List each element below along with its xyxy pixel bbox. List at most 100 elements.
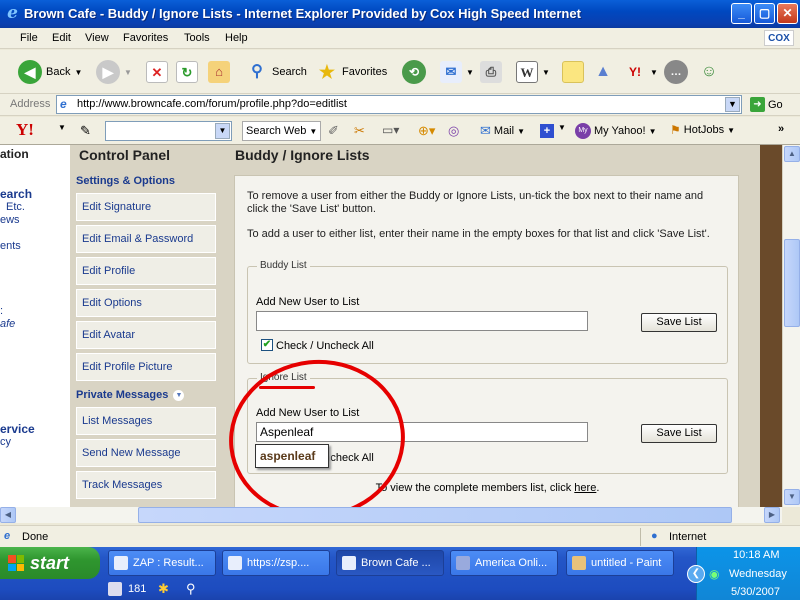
members-list-link[interactable]: here <box>574 482 596 494</box>
edit-avatar-link[interactable]: Edit Avatar <box>76 321 216 349</box>
yahoo-logo-dropdown-icon[interactable]: ▼ <box>58 123 66 132</box>
home-button[interactable]: ⌂ <box>208 58 230 86</box>
private-messages-heading[interactable]: Private Messages ▼ <box>70 385 220 405</box>
search-web-button[interactable]: Search Web ▼ <box>242 121 322 141</box>
search-button[interactable]: ⚲ Search <box>246 58 307 86</box>
left-partial-line[interactable]: earch <box>0 187 32 201</box>
history-button[interactable]: ⟲ <box>402 58 426 86</box>
address-input[interactable]: e http://www.browncafe.com/forum/profile… <box>56 95 742 114</box>
search-quicklaunch-icon[interactable]: ⚲ <box>186 581 196 597</box>
refresh-button[interactable]: ↻ <box>176 58 198 86</box>
forward-button[interactable]: ▶ ▼ <box>96 58 132 86</box>
menu-favorites[interactable]: Favorites <box>123 32 168 44</box>
chevron-more-icon[interactable]: » <box>778 123 784 135</box>
yahoo-toolbar-button[interactable]: Y! ▼ <box>624 58 658 86</box>
send-new-message-link[interactable]: Send New Message <box>76 439 216 467</box>
status-bar: e Done ● Internet <box>0 525 800 547</box>
print-button[interactable]: ⎙ <box>480 58 502 86</box>
collapse-chevron-icon[interactable]: ▼ <box>173 389 185 401</box>
stop-button[interactable]: ✕ <box>146 58 168 86</box>
edit-options-link[interactable]: Edit Options <box>76 289 216 317</box>
minimize-button[interactable]: _ <box>731 3 752 24</box>
address-dropdown-icon[interactable]: ▼ <box>725 97 740 112</box>
yahoo-mail-button[interactable]: ✉ Mail ▼ <box>480 123 525 139</box>
go-label: Go <box>768 98 783 111</box>
start-button[interactable]: start <box>0 547 100 579</box>
buddy-check-all-checkbox[interactable]: ✔ <box>261 339 273 351</box>
scroll-down-icon[interactable]: ▼ <box>784 489 800 505</box>
bookmark-icon[interactable]: ✂ <box>354 123 365 139</box>
list-messages-link[interactable]: List Messages <box>76 407 216 435</box>
chat-bubble-icon: … <box>664 60 688 84</box>
edit-signature-link[interactable]: Edit Signature <box>76 193 216 221</box>
highlight-icon[interactable]: ✐ <box>328 123 339 139</box>
members-list-period: . <box>596 482 600 494</box>
horizontal-scroll-thumb[interactable] <box>138 507 732 523</box>
popup-blocker-icon[interactable]: ▭▾ <box>382 123 399 137</box>
buddy-add-input[interactable] <box>256 311 588 331</box>
close-button[interactable]: ✕ <box>777 3 798 24</box>
favorites-button[interactable]: ★ Favorites <box>316 58 387 86</box>
tray-expand-icon[interactable]: ❮ <box>687 565 705 583</box>
menu-file[interactable]: File <box>20 32 38 44</box>
task-zsp[interactable]: https://zsp.... <box>222 550 330 576</box>
discuss-button[interactable]: … <box>664 58 688 86</box>
task-brown-cafe[interactable]: Brown Cafe ... <box>336 550 444 576</box>
yahoo-search-input[interactable]: ▼ <box>105 121 232 141</box>
menu-edit[interactable]: Edit <box>52 32 71 44</box>
my-yahoo-button[interactable]: My My Yahoo! ▼ <box>575 123 657 139</box>
home-icon: ⌂ <box>208 61 230 83</box>
edit-profile-link[interactable]: Edit Profile <box>76 257 216 285</box>
go-arrow-icon: ➜ <box>750 97 765 112</box>
left-partial-line[interactable]: cy <box>0 436 11 448</box>
yahoo-search-dropdown-icon[interactable]: ▼ <box>215 123 230 139</box>
left-partial-line[interactable]: afe <box>0 318 15 330</box>
clock-time[interactable]: 10:18 AM <box>733 549 779 561</box>
left-partial-line[interactable]: ents <box>0 240 21 252</box>
left-partial-line[interactable]: ews <box>0 214 20 226</box>
scroll-right-icon[interactable]: ▶ <box>764 507 780 523</box>
menu-help[interactable]: Help <box>225 32 248 44</box>
ignore-save-list-button[interactable]: Save List <box>641 424 717 443</box>
task-paint[interactable]: untitled - Paint <box>566 550 674 576</box>
hotjobs-button[interactable]: ⚑ HotJobs ▼ <box>670 123 735 137</box>
edit-word-button[interactable]: W ▼ <box>516 58 550 86</box>
contacts-button[interactable]: ☺ <box>698 58 720 86</box>
left-partial-line[interactable]: : <box>0 305 3 317</box>
network-icon[interactable]: ◉ <box>709 567 719 581</box>
maximize-button[interactable]: ▢ <box>754 3 775 24</box>
quicklaunch-icon[interactable] <box>108 582 122 596</box>
buddy-save-list-button[interactable]: Save List <box>641 313 717 332</box>
vertical-scrollbar[interactable]: ▲ ▼ <box>782 145 800 507</box>
plus-dropdown-icon[interactable]: ▼ <box>558 123 566 132</box>
task-zap[interactable]: ZAP : Result... <box>108 550 216 576</box>
title-bar[interactable]: e Brown Cafe - Buddy / Ignore Lists - In… <box>0 0 800 28</box>
messenger-button[interactable]: ▲ <box>592 58 614 86</box>
edit-email-password-link[interactable]: Edit Email & Password <box>76 225 216 253</box>
menu-view[interactable]: View <box>85 32 109 44</box>
plus-icon[interactable]: + <box>540 124 554 138</box>
back-button[interactable]: ◀ Back ▼ <box>18 58 82 86</box>
yahoo-logo[interactable]: Y! <box>16 120 34 140</box>
mail-button[interactable]: ✉ ▼ <box>440 58 474 86</box>
edit-profile-picture-link[interactable]: Edit Profile Picture <box>76 353 216 381</box>
scroll-left-icon[interactable]: ◀ <box>0 507 16 523</box>
track-messages-link[interactable]: Track Messages <box>76 471 216 499</box>
scroll-thumb[interactable] <box>784 239 800 327</box>
task-america-online[interactable]: America Onli... <box>450 550 558 576</box>
menu-tools[interactable]: Tools <box>184 32 210 44</box>
left-partial-line[interactable]: Etc. <box>6 201 25 213</box>
pencil-icon[interactable]: ✎ <box>80 123 91 139</box>
headphones-icon[interactable]: ◎ <box>448 123 459 139</box>
quicklaunch-count: 181 <box>128 583 147 595</box>
go-button[interactable]: ➜ Go <box>750 97 783 112</box>
paint-task-icon <box>572 556 586 570</box>
globe-icon[interactable]: ⊕▾ <box>418 123 435 139</box>
scroll-up-icon[interactable]: ▲ <box>784 146 800 162</box>
notes-button[interactable] <box>562 58 584 86</box>
page-content: ation earch Etc. ews ents : afe ervice c… <box>0 145 782 507</box>
mail-menu-dropdown-icon: ▼ <box>517 126 525 136</box>
horizontal-scrollbar[interactable]: ◀ ▶ <box>0 507 782 523</box>
left-partial-line[interactable]: ervice <box>0 422 35 436</box>
running-man-icon[interactable]: ✱ <box>158 581 169 597</box>
